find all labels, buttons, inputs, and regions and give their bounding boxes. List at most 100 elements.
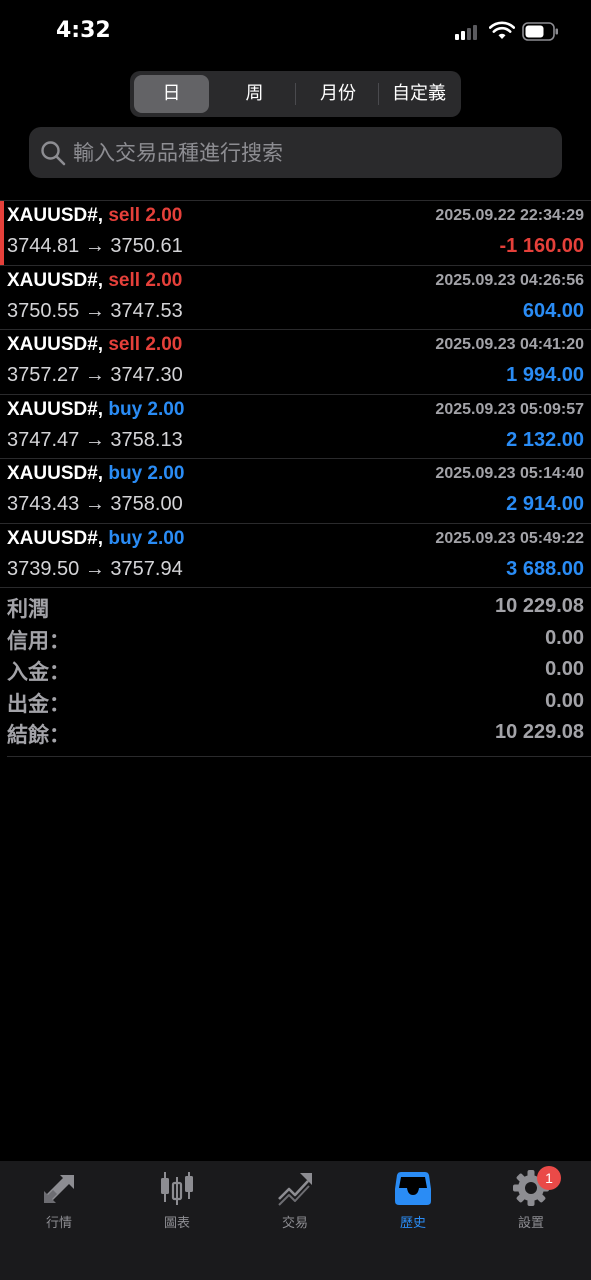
- trade-symbol: XAUUSD#,: [7, 398, 104, 420]
- search-input[interactable]: [73, 127, 553, 178]
- trade-header: XAUUSD#, buy 2.00: [7, 463, 184, 485]
- arrow-right-icon: →: [84, 299, 105, 322]
- trade-row[interactable]: XAUUSD#, sell 2.00 2025.09.23 04:41:20 3…: [0, 329, 591, 394]
- notification-badge: 1: [537, 1166, 561, 1190]
- trade-history-list: XAUUSD#, sell 2.00 2025.09.22 22:34:29 3…: [0, 200, 591, 588]
- trade-volume: 2.00: [145, 269, 183, 291]
- summary-value: 10 229.08: [495, 721, 584, 743]
- trade-row[interactable]: XAUUSD#, buy 2.00 2025.09.23 05:14:40 37…: [0, 458, 591, 523]
- history-tray-icon: [395, 1172, 431, 1205]
- trade-row[interactable]: XAUUSD#, buy 2.00 2025.09.23 05:09:57 37…: [0, 393, 591, 459]
- trade-prices: 3747.47 → 3758.13: [7, 429, 183, 452]
- tab-history[interactable]: 歷史: [354, 1161, 472, 1241]
- trade-side: sell: [108, 205, 141, 226]
- tab-label: 交易: [281, 1216, 308, 1231]
- trade-time: 2025.09.23 05:14:40: [435, 465, 584, 482]
- trade-time: 2025.09.23 04:26:56: [435, 271, 584, 289]
- tab-week[interactable]: 周: [217, 75, 292, 113]
- trade-prices: 3757.27 → 3747.30: [7, 364, 183, 387]
- cellular-signal-icon: [455, 24, 481, 40]
- summary-value: 10 229.08: [495, 595, 584, 617]
- close-price: 3747.30: [110, 364, 183, 386]
- summary-label: 利潤: [7, 597, 49, 621]
- trade-side: sell: [108, 334, 141, 355]
- trade-profit: 2 914.00: [506, 493, 584, 515]
- close-price: 3757.94: [110, 557, 183, 580]
- summary-value: 0.00: [545, 626, 584, 649]
- quotes-arrows-icon: [44, 1175, 74, 1203]
- trade-volume: 2.00: [145, 334, 183, 355]
- trade-row[interactable]: XAUUSD#, sell 2.00 2025.09.22 22:34:29 3…: [0, 200, 591, 265]
- search-bar[interactable]: [29, 127, 562, 178]
- trade-profit: 3 688.00: [506, 557, 584, 580]
- summary-label: 信用：: [7, 628, 70, 653]
- trade-volume: 2.00: [147, 527, 185, 549]
- open-price: 3750.55: [7, 299, 80, 322]
- tab-label: 行情: [45, 1216, 72, 1231]
- trade-side: buy: [108, 463, 143, 484]
- arrow-right-icon: →: [84, 235, 105, 257]
- arrow-right-icon: →: [84, 557, 105, 580]
- summary-row-deposit: 入金： 0.00: [0, 656, 591, 688]
- close-price: 3758.13: [110, 428, 183, 451]
- trade-side: buy: [108, 398, 143, 420]
- tab-chart[interactable]: 圖表: [118, 1161, 236, 1241]
- summary-value: 0.00: [545, 658, 584, 680]
- bottom-tab-bar: 行情 圖表 交易 歷史 1 設置: [0, 1161, 591, 1280]
- close-price: 3758.00: [110, 493, 183, 515]
- summary-row-credit: 信用： 0.00: [0, 625, 591, 657]
- tab-custom[interactable]: 自定義: [381, 75, 457, 113]
- close-price: 3747.53: [110, 299, 183, 322]
- open-price: 3739.50: [7, 557, 80, 580]
- trade-prices: 3750.55 → 3747.53: [7, 300, 183, 323]
- summary-label: 入金：: [7, 660, 70, 684]
- trade-side: sell: [108, 269, 141, 291]
- wifi-icon: [489, 21, 515, 39]
- trade-row[interactable]: XAUUSD#, sell 2.00 2025.09.23 04:26:56 3…: [0, 264, 591, 330]
- segment-divider: [378, 83, 379, 105]
- trade-symbol: XAUUSD#,: [7, 463, 104, 484]
- trade-time: 2025.09.22 22:34:29: [435, 207, 584, 224]
- search-icon: [41, 141, 66, 166]
- trade-profit: 604.00: [522, 299, 584, 322]
- trade-row[interactable]: XAUUSD#, buy 2.00 2025.09.23 05:49:22 37…: [0, 522, 591, 588]
- trade-side: buy: [108, 527, 143, 549]
- close-price: 3750.61: [110, 235, 183, 257]
- tab-label: 設置: [517, 1216, 544, 1231]
- arrow-right-icon: →: [84, 428, 105, 451]
- trade-profit: -1 160.00: [499, 235, 584, 257]
- arrow-right-icon: →: [84, 364, 105, 386]
- trade-volume: 2.00: [147, 398, 185, 420]
- status-bar: 4:32: [0, 0, 591, 64]
- trade-prices: 3739.50 → 3757.94: [7, 558, 183, 581]
- trade-trend-icon: [278, 1173, 312, 1206]
- trade-prices: 3743.43 → 3758.00: [7, 493, 183, 516]
- summary-label: 出金：: [7, 691, 70, 716]
- trade-volume: 2.00: [145, 205, 183, 226]
- trade-profit: 2 132.00: [506, 428, 584, 451]
- candlestick-chart-icon: [161, 1172, 193, 1205]
- list-divider: [0, 587, 591, 588]
- status-time: 4:32: [56, 18, 111, 43]
- trade-symbol: XAUUSD#,: [7, 527, 104, 549]
- segment-divider: [295, 83, 296, 105]
- tab-day[interactable]: 日: [134, 75, 209, 113]
- arrow-right-icon: →: [84, 493, 105, 515]
- trade-time: 2025.09.23 05:09:57: [435, 400, 584, 418]
- open-price: 3744.81: [7, 235, 80, 257]
- tab-label: 圖表: [163, 1216, 190, 1231]
- period-segmented-control: 日 周 月份 自定義: [130, 71, 461, 117]
- summary-value: 0.00: [545, 689, 584, 712]
- tab-month[interactable]: 月份: [298, 75, 378, 113]
- open-price: 3743.43: [7, 493, 80, 515]
- summary-row-profit: 利潤 10 229.08: [0, 593, 591, 625]
- trade-symbol: XAUUSD#,: [7, 269, 104, 291]
- tab-settings[interactable]: 1 設置: [472, 1161, 590, 1241]
- summary-row-withdrawal: 出金： 0.00: [0, 688, 591, 720]
- tab-trade[interactable]: 交易: [236, 1161, 354, 1241]
- trade-header: XAUUSD#, sell 2.00: [7, 334, 182, 356]
- trade-prices: 3744.81 → 3750.61: [7, 235, 183, 258]
- tab-quotes[interactable]: 行情: [0, 1161, 118, 1241]
- trade-symbol: XAUUSD#,: [7, 205, 104, 226]
- trade-header: XAUUSD#, buy 2.00: [7, 528, 184, 550]
